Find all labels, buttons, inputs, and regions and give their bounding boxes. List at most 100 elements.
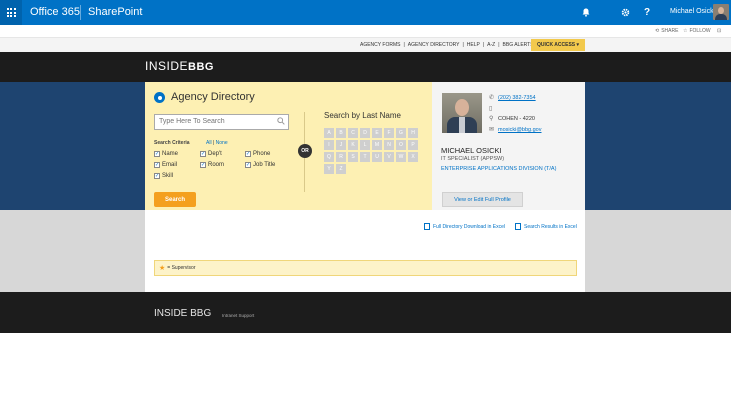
nav-separator: | bbox=[482, 42, 485, 48]
checkbox-icon: ✓ bbox=[200, 162, 206, 168]
checkbox-icon: ✓ bbox=[200, 151, 206, 157]
user-name[interactable]: Michael Osicki bbox=[670, 8, 715, 15]
criteria-label: Phone bbox=[253, 151, 271, 157]
criteria-room-checkbox[interactable]: ✓ Room bbox=[200, 162, 224, 168]
phone-link[interactable]: (202) 382-7354 bbox=[498, 95, 536, 101]
avatar[interactable] bbox=[713, 4, 729, 20]
gear-icon bbox=[621, 8, 629, 17]
letter-button[interactable]: Q bbox=[324, 152, 334, 162]
nav-separator: | bbox=[498, 42, 500, 48]
logo-inside-text: INSIDE bbox=[145, 59, 189, 73]
letter-button[interactable]: V bbox=[384, 152, 394, 162]
letter-button[interactable]: M bbox=[372, 140, 382, 150]
ribbon-bar: ⟲ SHARE ☆ FOLLOW ⊡ bbox=[0, 25, 731, 38]
search-results-download-link[interactable]: Search Results in Excel bbox=[515, 223, 577, 230]
nav-link[interactable]: A-Z bbox=[487, 42, 495, 48]
letter-button[interactable]: K bbox=[348, 140, 358, 150]
search-criteria-title: Search Criteria bbox=[154, 140, 190, 146]
search-button[interactable]: Search bbox=[154, 192, 196, 207]
phone-icon: ✆ bbox=[489, 95, 495, 101]
share-button[interactable]: ⟲ SHARE bbox=[655, 28, 678, 34]
sharepoint-app-link[interactable]: SharePoint bbox=[88, 6, 142, 18]
criteria-skill-checkbox[interactable]: ✓ Skill bbox=[154, 173, 173, 179]
letter-button[interactable]: D bbox=[360, 128, 370, 138]
profile-phone: ✆ (202) 382-7354 bbox=[489, 95, 536, 101]
letter-button[interactable]: F bbox=[384, 128, 394, 138]
edit-profile-button[interactable]: View or Edit Full Profile bbox=[442, 192, 523, 207]
letter-button[interactable]: W bbox=[396, 152, 406, 162]
letter-button[interactable]: C bbox=[348, 128, 358, 138]
full-directory-label: Full Directory Download in Excel bbox=[433, 223, 505, 230]
search-icon[interactable] bbox=[277, 117, 285, 125]
room-value: COHEN - 4220 bbox=[498, 116, 535, 122]
checkbox-icon: ✓ bbox=[245, 151, 251, 157]
waffle-icon bbox=[6, 8, 16, 17]
suite-bar: Office 365 SharePoint ? Michael Osicki bbox=[0, 0, 731, 25]
focus-button[interactable]: ⊡ bbox=[717, 28, 721, 34]
nav-link[interactable]: BBG ALERTS bbox=[503, 42, 534, 48]
letter-button[interactable]: J bbox=[336, 140, 346, 150]
follow-button[interactable]: ☆ FOLLOW bbox=[683, 28, 711, 34]
letter-button[interactable]: E bbox=[372, 128, 382, 138]
nav-link[interactable]: HELP bbox=[467, 42, 480, 48]
focus-icon: ⊡ bbox=[717, 28, 722, 34]
letter-button[interactable]: O bbox=[396, 140, 406, 150]
letter-button[interactable]: S bbox=[348, 152, 358, 162]
footer-title: INSIDE BBG bbox=[154, 308, 212, 319]
app-launcher-button[interactable] bbox=[0, 0, 22, 25]
criteria-name-checkbox[interactable]: ✓ Name bbox=[154, 151, 178, 157]
help-button[interactable]: ? bbox=[636, 0, 658, 25]
letter-button[interactable]: A bbox=[324, 128, 334, 138]
notifications-button[interactable] bbox=[575, 0, 597, 25]
letter-button[interactable]: L bbox=[360, 140, 370, 150]
criteria-label: Dep't bbox=[208, 151, 222, 157]
quick-access-button[interactable]: QUICK ACCESS ▾ bbox=[531, 39, 585, 51]
search-input[interactable] bbox=[159, 118, 277, 125]
letter-button[interactable]: R bbox=[336, 152, 346, 162]
email-link[interactable]: mosicki@bbg.gov bbox=[498, 127, 542, 133]
top-nav: AGENCY FORMS | AGENCY DIRECTORY | HELP | A-Z | B… bbox=[360, 42, 534, 48]
letter-button[interactable]: P bbox=[408, 140, 418, 150]
profile-photo bbox=[442, 93, 482, 133]
checkbox-icon: ✓ bbox=[154, 151, 160, 157]
criteria-links: All | None bbox=[206, 140, 228, 146]
settings-button[interactable] bbox=[614, 0, 636, 25]
profile-division-link[interactable]: ENTERPRISE APPLICATIONS DIVISION (T/A) bbox=[441, 165, 581, 174]
profile-name: MICHAEL OSICKI bbox=[441, 146, 502, 155]
location-pin-icon: ⚲ bbox=[489, 116, 494, 122]
search-input-container[interactable] bbox=[154, 114, 289, 130]
intranet-support-link[interactable]: Intranet Support bbox=[222, 313, 254, 318]
criteria-email-checkbox[interactable]: ✓ Email bbox=[154, 162, 177, 168]
letter-button[interactable]: Z bbox=[336, 164, 346, 174]
nav-link[interactable]: AGENCY DIRECTORY bbox=[408, 42, 460, 48]
nav-separator: | bbox=[403, 42, 405, 48]
checkbox-icon: ✓ bbox=[245, 162, 251, 168]
letter-button[interactable]: G bbox=[396, 128, 406, 138]
or-badge: OR bbox=[298, 144, 312, 158]
footer bbox=[0, 292, 731, 333]
letter-button[interactable]: Y bbox=[324, 164, 334, 174]
criteria-label: Job Title bbox=[253, 162, 276, 168]
criteria-dept-checkbox[interactable]: ✓ Dep't bbox=[200, 151, 222, 157]
criteria-job-title-checkbox[interactable]: ✓ Job Title bbox=[245, 162, 275, 168]
search-results-label: Search Results in Excel bbox=[524, 223, 577, 230]
criteria-none-link[interactable]: None bbox=[216, 140, 228, 146]
star-icon: ★ bbox=[159, 265, 166, 272]
letter-button[interactable]: N bbox=[384, 140, 394, 150]
office365-brand[interactable]: Office 365 bbox=[30, 6, 80, 18]
letter-button[interactable]: X bbox=[408, 152, 418, 162]
bell-icon bbox=[582, 8, 590, 17]
letter-button[interactable]: I bbox=[324, 140, 334, 150]
profile-email: ✉ mosicki@bbg.gov bbox=[489, 127, 542, 133]
directory-icon bbox=[154, 92, 165, 103]
letter-button[interactable]: B bbox=[336, 128, 346, 138]
nav-link[interactable]: AGENCY FORMS bbox=[360, 42, 400, 48]
criteria-phone-checkbox[interactable]: ✓ Phone bbox=[245, 151, 270, 157]
site-logo[interactable]: INSIDEBBG bbox=[145, 59, 214, 73]
full-directory-download-link[interactable]: Full Directory Download in Excel bbox=[424, 223, 505, 230]
letter-button[interactable]: H bbox=[408, 128, 418, 138]
letter-button[interactable]: U bbox=[372, 152, 382, 162]
criteria-label: Skill bbox=[162, 173, 174, 179]
criteria-all-link[interactable]: All bbox=[206, 140, 212, 146]
letter-button[interactable]: T bbox=[360, 152, 370, 162]
